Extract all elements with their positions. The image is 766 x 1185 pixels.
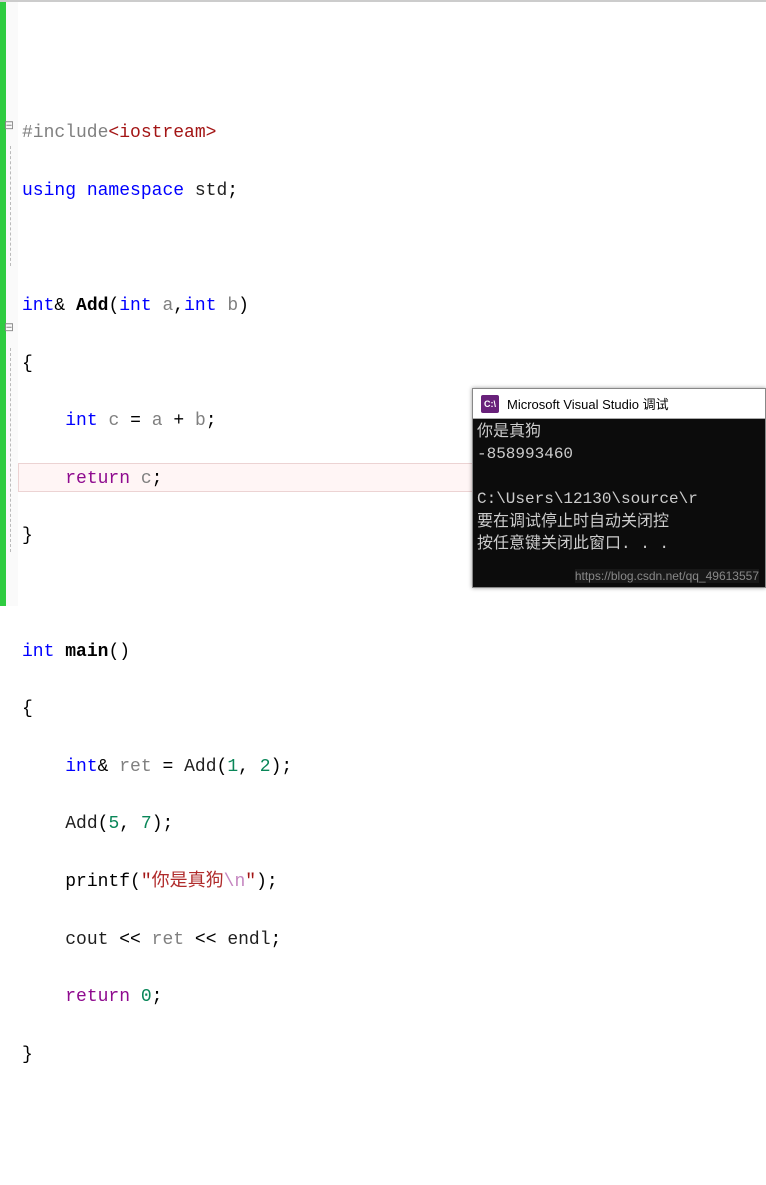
editor-gutter: ⊟ ⊟ (0, 2, 18, 606)
code-line: int main() (22, 638, 762, 667)
code-line: cout << ret << endl; (22, 926, 762, 955)
code-line: } (22, 1041, 762, 1070)
fold-guide-line (10, 348, 11, 552)
code-line: #include<iostream> (22, 119, 762, 148)
code-line (22, 580, 762, 609)
change-indicator-bar (0, 2, 6, 606)
code-line: return c; (22, 465, 762, 494)
fold-guide-line (10, 146, 11, 266)
code-editor[interactable]: ⊟ ⊟ #include<iostream> using namespace s… (0, 0, 766, 606)
fold-collapse-icon[interactable]: ⊟ (4, 118, 14, 133)
code-line: int c = a + b; (22, 407, 762, 436)
fold-collapse-icon[interactable]: ⊟ (4, 320, 14, 335)
code-line: int& ret = Add(1, 2); (22, 753, 762, 782)
code-line: Add(5, 7); (22, 810, 762, 839)
code-line: { (22, 695, 762, 724)
code-line: using namespace std; (22, 177, 762, 206)
code-line: int& Add(int a,int b) (22, 292, 762, 321)
code-line: printf("你是真狗\n"); (22, 868, 762, 897)
code-line (22, 234, 762, 263)
code-line: return 0; (22, 983, 762, 1012)
code-line: { (22, 350, 762, 379)
code-line: } (22, 522, 762, 551)
code-content[interactable]: #include<iostream> using namespace std; … (18, 2, 766, 606)
